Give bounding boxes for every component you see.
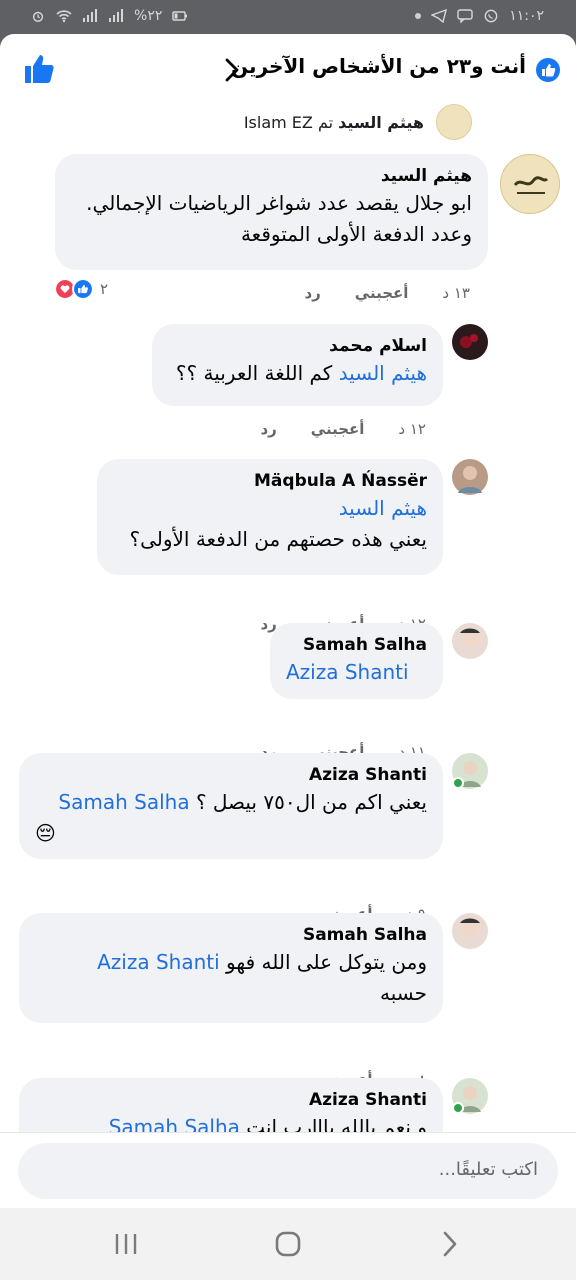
mention-link[interactable]: Samah Salha — [109, 1115, 240, 1132]
avatar[interactable] — [436, 104, 472, 140]
comment-time: ١٣ د — [442, 284, 470, 302]
comment-line: وعدد الدفعة الأولى المتوقعة — [240, 222, 472, 246]
comment-author[interactable]: اسلام محمد — [168, 336, 427, 356]
comment-text: هيثم السيد كم اللغة العربية ؟؟ — [168, 358, 427, 389]
online-status-dot — [452, 1102, 464, 1114]
avatar[interactable] — [452, 459, 488, 495]
comment-author[interactable]: Samah Salha — [286, 635, 427, 655]
comment-text: و نعم بالله يااارب انت Samah Salha — [35, 1112, 427, 1132]
reaction-count: ٢ — [100, 280, 109, 298]
more-notifications-dot — [415, 13, 422, 19]
comment-bubble[interactable]: اسلام محمد هيثم السيد كم اللغة العربية ؟… — [152, 324, 443, 406]
tagged-text[interactable]: هيثم السيد تم Islam EZ — [244, 113, 424, 132]
mention-link[interactable]: Aziza Shanti — [97, 950, 220, 974]
comment-author[interactable]: Samah Salha — [35, 925, 427, 945]
comment-line: ابو جلال يقصد عدد شواغر الرياضيات الإجما… — [86, 191, 472, 215]
comments-sheet: أنت و٢٣ من الأشخاص الآخرين هيثم السيد تم… — [0, 34, 576, 1208]
comment-input[interactable]: اكتب تعليقًا... — [18, 1143, 558, 1199]
thumbs-up-icon[interactable] — [22, 52, 56, 86]
mention-link[interactable]: هيثم السيد — [113, 493, 427, 524]
comment-input-placeholder: اكتب تعليقًا... — [438, 1159, 538, 1180]
comment-line: كم اللغة العربية ؟؟ — [175, 361, 333, 385]
comment-bubble[interactable]: هيثم السيد ابو جلال يقصد عدد شواغر الريا… — [55, 154, 488, 270]
comment-item: Samah Salha ومن يتوكل على الله فهو Aziza… — [0, 913, 576, 1089]
comment-line: ومن يتوكل على الله فهو — [226, 950, 427, 974]
comment-item: Aziza Shanti يعني اكم من ال٧٥٠ بيصل ؟ Sa… — [0, 753, 576, 923]
sheet-header: أنت و٢٣ من الأشخاص الآخرين — [0, 34, 576, 104]
reaction-summary[interactable]: ٢ — [54, 278, 108, 300]
home-icon[interactable] — [270, 1228, 306, 1260]
calligraphy-logo-icon — [513, 176, 549, 194]
comment-author[interactable]: Mäqbula A Ńassër — [113, 471, 427, 491]
system-nav-bar — [0, 1208, 576, 1280]
battery-icon — [172, 11, 188, 21]
comment-bubble[interactable]: Samah Salha ومن يتوكل على الله فهو Aziza… — [19, 913, 443, 1023]
avatar[interactable] — [500, 154, 560, 214]
comment-time: ١٢ د — [398, 420, 426, 438]
comment-author[interactable]: هيثم السيد — [71, 166, 472, 186]
comment-line: و نعم بالله يااارب انت — [246, 1115, 427, 1132]
comment-item: Mäqbula A Ńassër هيثم السيد يعني هذه حصت… — [0, 459, 576, 633]
like-link[interactable]: أعجبني — [355, 284, 409, 302]
comment-bubble[interactable]: Mäqbula A Ńassër هيثم السيد يعني هذه حصت… — [97, 459, 443, 575]
comment-text: هيثم السيد يعني هذه حصتهم من الدفعة الأو… — [113, 493, 427, 555]
recent-apps-icon[interactable] — [108, 1228, 144, 1260]
telegram-icon — [431, 9, 448, 23]
tagged-line: هيثم السيد تم Islam EZ — [0, 104, 576, 142]
comment-text: ومن يتوكل على الله فهو Aziza Shanti حسبه — [35, 947, 427, 1009]
reply-link[interactable]: رد — [304, 284, 320, 302]
comment-item: اسلام محمد هيثم السيد كم اللغة العربية ؟… — [0, 324, 576, 444]
like-link[interactable]: أعجبني — [311, 420, 365, 438]
reply-link[interactable]: رد — [260, 420, 276, 438]
tagged-name: هيثم السيد — [338, 113, 424, 132]
tagged-verb: تم — [317, 113, 334, 132]
comment-actions: ١٣ د أعجبني رد — [304, 284, 470, 302]
mention-link[interactable]: Samah Salha — [58, 790, 189, 814]
emoji: 😔 — [35, 821, 56, 845]
person-photo-icon — [460, 628, 480, 647]
comment-author[interactable]: Aziza Shanti — [35, 765, 427, 785]
tagged-target: Islam EZ — [243, 113, 313, 132]
page-title[interactable]: أنت و٢٣ من الأشخاص الآخرين — [231, 54, 526, 78]
like-badge-icon — [536, 58, 560, 82]
comment-line: يعني هذه حصتهم من الدفعة الأولى؟ — [129, 527, 427, 551]
status-bar: %٢٢ ١١:٠٢ — [0, 0, 576, 34]
comment-author[interactable]: Aziza Shanti — [35, 1090, 427, 1110]
clock-text: ١١:٠٢ — [509, 8, 544, 24]
comment-text: Aziza Shanti — [286, 657, 427, 688]
signal-icon-2 — [109, 9, 123, 22]
comment-text: يعني اكم من ال٧٥٠ بيصل ؟ Samah Salha 😔 — [35, 787, 427, 849]
comment-line: حسبه — [380, 981, 427, 1005]
rose-image-icon — [460, 334, 478, 348]
avatar[interactable] — [452, 913, 488, 949]
comment-bubble[interactable]: Aziza Shanti يعني اكم من ال٧٥٠ بيصل ؟ Sa… — [19, 753, 443, 859]
avatar[interactable] — [452, 324, 488, 360]
battery-text: %٢٢ — [134, 8, 163, 24]
alarm-icon — [32, 11, 44, 22]
wifi-icon — [56, 10, 72, 23]
online-status-dot — [452, 777, 464, 789]
signal-icon — [83, 9, 97, 22]
whatsapp-icon — [484, 9, 498, 23]
chat-icon — [457, 9, 473, 23]
comment-item: Aziza Shanti و نعم بالله يااارب انت Sama… — [0, 1078, 576, 1132]
back-icon[interactable] — [432, 1228, 468, 1260]
comment-line: يعني اكم من ال٧٥٠ بيصل ؟ — [195, 790, 427, 814]
like-reaction-icon — [72, 278, 94, 300]
comment-item: Samah Salha Aziza Shanti ١١ د أعجبني رد — [0, 623, 576, 761]
comment-actions: ١٢ د أعجبني رد — [260, 420, 426, 438]
avatar[interactable] — [452, 623, 488, 659]
mention-link[interactable]: هيثم السيد — [339, 361, 427, 385]
comment-item: هيثم السيد ابو جلال يقصد عدد شواغر الريا… — [0, 154, 576, 304]
comment-bubble[interactable]: Samah Salha Aziza Shanti — [270, 623, 443, 699]
mention-link[interactable]: Aziza Shanti — [286, 660, 409, 684]
comment-composer: اكتب تعليقًا... — [0, 1132, 576, 1208]
comment-text: ابو جلال يقصد عدد شواغر الرياضيات الإجما… — [71, 188, 472, 250]
person-photo-icon — [458, 466, 482, 493]
comment-bubble[interactable]: Aziza Shanti و نعم بالله يااارب انت Sama… — [19, 1078, 443, 1132]
person-photo-icon — [460, 918, 480, 937]
